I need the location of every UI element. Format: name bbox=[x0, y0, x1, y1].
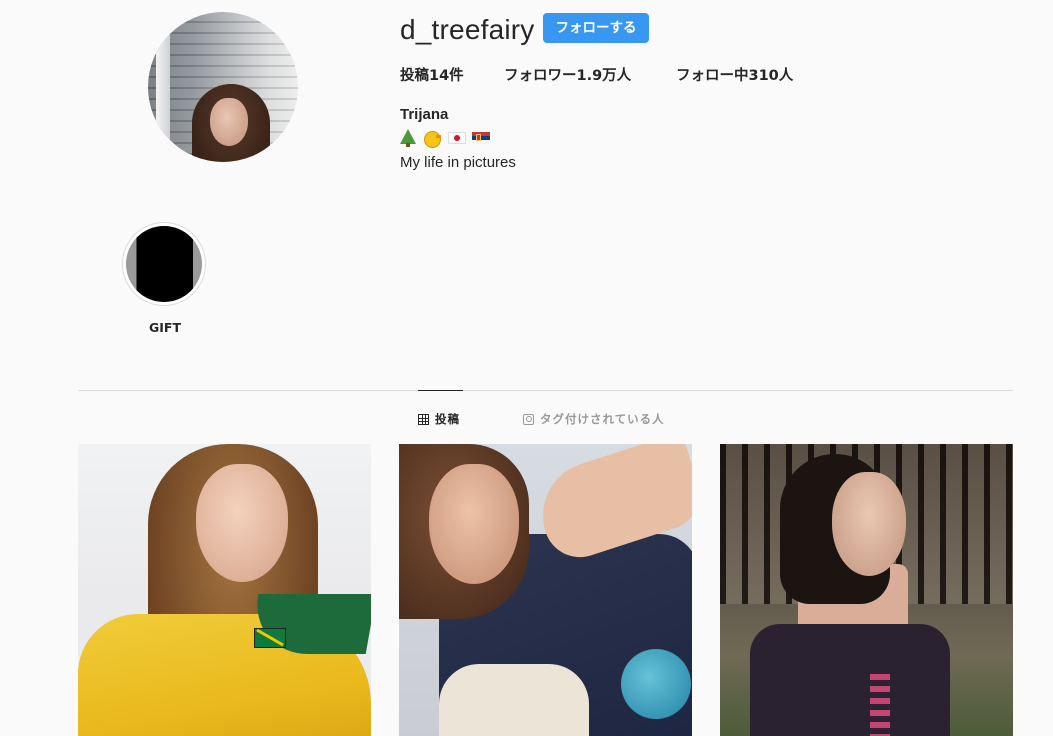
grid-icon bbox=[418, 413, 429, 425]
post-thumbnail-3[interactable] bbox=[720, 444, 1013, 736]
tab-tagged[interactable]: タグ付けされている人 bbox=[523, 411, 665, 427]
bird-icon bbox=[422, 129, 442, 148]
full-name: Trijana bbox=[400, 106, 449, 123]
post-1-flag-patch bbox=[254, 628, 286, 648]
tagged-icon bbox=[523, 413, 534, 425]
profile-page: d_treefairy フォローする 投稿14件 フォロワー1.9万人 フォロー… bbox=[0, 0, 1053, 736]
avatar-post bbox=[156, 12, 170, 162]
active-tab-indicator bbox=[418, 390, 463, 391]
post-thumbnail-1[interactable] bbox=[78, 444, 371, 736]
post-1-face bbox=[196, 464, 288, 582]
tab-tagged-label: タグ付けされている人 bbox=[540, 412, 665, 426]
highlight-label: GIFT bbox=[149, 320, 181, 335]
tree-icon bbox=[400, 129, 416, 147]
story-highlight[interactable]: GIFT bbox=[122, 222, 208, 335]
flag-japan-icon bbox=[448, 132, 466, 144]
flag-serbia-icon bbox=[472, 132, 490, 144]
posts-count: 投稿14件 bbox=[400, 68, 464, 84]
post-2-face bbox=[429, 464, 519, 584]
bio-emoji-row bbox=[400, 128, 490, 148]
bio-text: My life in pictures bbox=[400, 154, 516, 171]
highlight-ring bbox=[122, 222, 206, 306]
followers-count[interactable]: フォロワー1.9万人 bbox=[504, 64, 631, 85]
tab-posts[interactable]: 投稿 bbox=[418, 411, 460, 427]
tabs-divider bbox=[78, 390, 1013, 391]
avatar-face bbox=[210, 98, 248, 146]
post-3-top bbox=[750, 624, 950, 736]
post-3-trim bbox=[870, 674, 890, 736]
post-3-face bbox=[832, 472, 906, 576]
tab-posts-label: 投稿 bbox=[435, 412, 460, 426]
highlight-cover-image bbox=[126, 226, 202, 302]
post-thumbnail-2[interactable] bbox=[399, 444, 692, 736]
username: d_treefairy bbox=[400, 14, 535, 45]
profile-avatar[interactable] bbox=[148, 12, 298, 162]
follow-button[interactable]: フォローする bbox=[543, 13, 649, 43]
post-2-globe-print bbox=[621, 649, 691, 719]
following-count[interactable]: フォロー中310人 bbox=[676, 64, 793, 85]
post-2-bag bbox=[439, 664, 589, 736]
